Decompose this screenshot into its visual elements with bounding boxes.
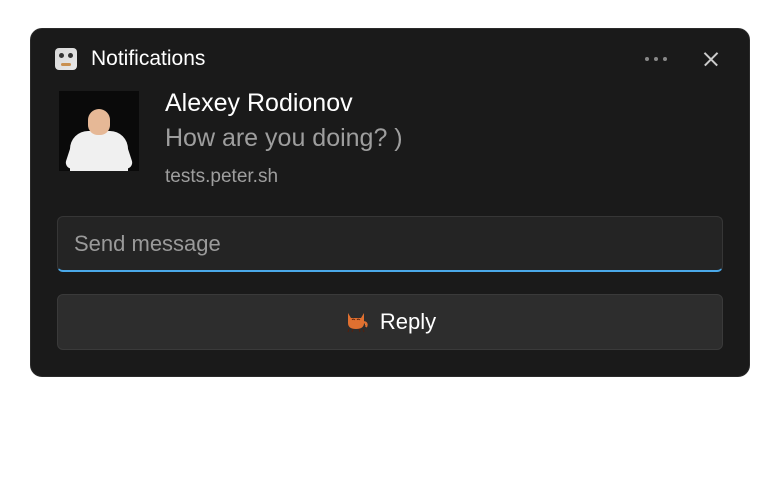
input-row	[31, 208, 749, 272]
cat-icon	[344, 311, 368, 333]
close-button[interactable]	[701, 49, 721, 69]
header-actions	[639, 49, 721, 69]
message-input[interactable]	[57, 216, 723, 272]
button-row: Reply	[31, 272, 749, 350]
notification-content: Alexey Rodionov How are you doing? ) tes…	[31, 83, 749, 208]
header-title: Notifications	[91, 47, 625, 71]
notification-source: tests.peter.sh	[165, 166, 403, 188]
reply-button-label: Reply	[380, 309, 436, 335]
app-owl-icon	[55, 48, 77, 70]
notification-card: Notifications Alexey Rodionov How are yo…	[30, 28, 750, 377]
notification-header: Notifications	[31, 29, 749, 83]
content-text: Alexey Rodionov How are you doing? ) tes…	[165, 87, 403, 188]
reply-button[interactable]: Reply	[57, 294, 723, 350]
message-body: How are you doing? )	[165, 122, 403, 155]
sender-avatar	[59, 91, 139, 171]
more-options-button[interactable]	[639, 51, 673, 67]
sender-name: Alexey Rodionov	[165, 87, 403, 120]
